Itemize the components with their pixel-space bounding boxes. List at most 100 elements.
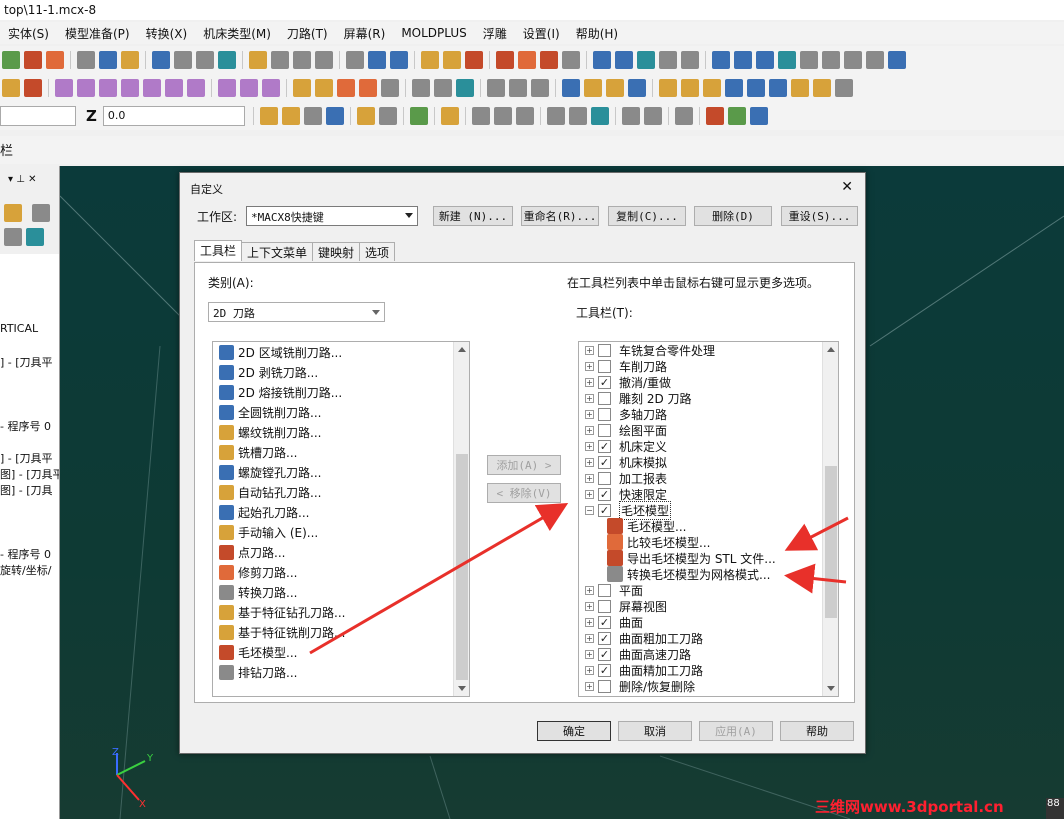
menu-model-prep[interactable]: 模型准备(P) (57, 25, 138, 42)
tab-keymap[interactable]: 键映射 (312, 242, 361, 261)
tree-item[interactable]: 图] - [刀具平 (0, 466, 59, 482)
cube-d-icon[interactable] (621, 107, 640, 125)
menu-screen[interactable]: 屏幕(R) (336, 25, 394, 42)
close-icon[interactable]: ✕ (841, 179, 853, 195)
erase-icon[interactable] (822, 51, 840, 69)
spark2-icon[interactable] (281, 107, 300, 125)
menu-toolpaths[interactable]: 刀路(T) (279, 25, 336, 42)
light-icon[interactable] (249, 51, 267, 69)
reset-button[interactable]: 重设(S)... (781, 206, 858, 226)
pin-icon[interactable] (121, 51, 139, 69)
toolbar-node[interactable]: + 绘图平面 (579, 422, 667, 438)
box8-icon[interactable] (813, 79, 831, 97)
stock-model-icon[interactable] (496, 51, 514, 69)
panel-icon-a[interactable] (4, 228, 22, 246)
scroll-up-icon[interactable] (827, 347, 835, 352)
clear-icon[interactable] (303, 107, 322, 125)
ok-button[interactable]: 确定 (537, 721, 611, 741)
measure-icon[interactable] (99, 51, 117, 69)
layers-icon[interactable] (381, 79, 399, 97)
toolbar-node[interactable]: + ✓ 机床模拟 (579, 454, 667, 470)
stock-icon[interactable] (465, 51, 483, 69)
toolbar-checkbox[interactable] (598, 343, 611, 357)
monitor-icon[interactable] (390, 51, 408, 69)
solid-a-icon[interactable] (487, 79, 505, 97)
ok-icon[interactable] (727, 107, 746, 125)
compare-stock-icon[interactable] (518, 51, 536, 69)
grid-icon[interactable] (218, 51, 236, 69)
apply-button[interactable]: 应用(A) (699, 721, 773, 741)
command-list-scrollbar[interactable] (453, 342, 469, 696)
toolbar-checkbox[interactable]: ✓ (598, 615, 611, 629)
pointer2-icon[interactable] (515, 107, 534, 125)
surface-icon[interactable] (712, 51, 730, 69)
help-icon[interactable] (325, 107, 344, 125)
toolbar-checkbox[interactable] (598, 391, 611, 405)
view-icon[interactable] (368, 51, 386, 69)
toolbar-checkbox[interactable] (598, 471, 611, 485)
menu-help[interactable]: 帮助(H) (568, 25, 626, 42)
menu-transform[interactable]: 转换(X) (138, 25, 196, 42)
spark-icon[interactable] (259, 107, 278, 125)
tree-child-item[interactable]: 毛坯模型... (605, 518, 686, 534)
list-item[interactable]: 基于特征铣削刀路... (213, 622, 345, 642)
dimension-icon[interactable] (271, 51, 289, 69)
wall-icon[interactable] (293, 79, 311, 97)
menu-moldplus[interactable]: MOLDPLUS (393, 26, 474, 40)
toolbar-node[interactable]: + 删除/恢复删除 (579, 678, 695, 694)
cube-e-icon[interactable] (643, 107, 662, 125)
tree-item[interactable]: ] - [刀具平 (0, 450, 53, 466)
expand-icon[interactable]: + (585, 649, 594, 659)
toolbar-checkbox[interactable]: ✓ (598, 375, 611, 389)
tree-item[interactable]: - 程序号 0 (0, 546, 51, 562)
list-item[interactable]: 2D 熔接铣削刀路... (213, 382, 342, 402)
box7-icon[interactable] (791, 79, 809, 97)
cube-b-icon[interactable] (568, 107, 587, 125)
delete-button[interactable]: 删除(D) (694, 206, 772, 226)
toolbar-checkbox[interactable] (598, 423, 611, 437)
solid-b-icon[interactable] (509, 79, 527, 97)
curve6-icon[interactable] (165, 79, 183, 97)
simulate-icon[interactable] (615, 51, 633, 69)
post-icon[interactable] (681, 51, 699, 69)
matrix-icon[interactable] (240, 79, 258, 97)
expand-icon[interactable]: + (585, 409, 594, 419)
toolbar-node[interactable]: + ✓ 撤消/重做 (579, 374, 671, 390)
toolbar-checkbox[interactable] (598, 359, 611, 373)
box6-icon[interactable] (769, 79, 787, 97)
tree-item[interactable]: ] - [刀具平 (0, 354, 53, 370)
list-item[interactable]: 起始孔刀路... (213, 502, 309, 522)
curve5-icon[interactable] (143, 79, 161, 97)
expand-icon[interactable]: + (585, 585, 594, 595)
sum-icon[interactable] (196, 51, 214, 69)
analyze-icon[interactable] (77, 51, 95, 69)
surface-b-icon[interactable] (434, 79, 452, 97)
tree-child-item[interactable]: 比较毛坯模型... (605, 534, 710, 550)
surface2-icon[interactable] (734, 51, 752, 69)
category-select[interactable]: 2D 刀路 (208, 302, 385, 322)
toolbar-checkbox[interactable]: ✓ (598, 647, 611, 661)
toolbar-node[interactable]: + 多轴刀路 (579, 406, 667, 422)
toolbar-node[interactable]: + 车削刀路 (579, 358, 667, 374)
transform-a-icon[interactable] (562, 79, 580, 97)
curve4-icon[interactable] (121, 79, 139, 97)
cancel-button[interactable]: 取消 (618, 721, 692, 741)
toolbar-node[interactable]: + ✓ 曲面高速刀路 (579, 646, 691, 662)
expand-icon[interactable]: + (585, 617, 594, 627)
info-icon[interactable] (749, 107, 768, 125)
toolbar-checkbox[interactable]: ✓ (598, 503, 611, 517)
surface-a-icon[interactable] (412, 79, 430, 97)
box4-icon[interactable] (725, 79, 743, 97)
list-item[interactable]: 基于特征钻孔刀路... (213, 602, 345, 622)
eraser-icon[interactable] (359, 79, 377, 97)
fillet-icon[interactable] (24, 51, 42, 69)
toolbar-node[interactable]: + 雕刻 2D 刀路 (579, 390, 692, 406)
menu-solids[interactable]: 实体(S) (0, 25, 57, 42)
curve7-icon[interactable] (187, 79, 205, 97)
new-button[interactable]: 新建 (N)... (433, 206, 513, 226)
box9-icon[interactable] (835, 79, 853, 97)
vertical-dim-icon[interactable] (315, 51, 333, 69)
list-item[interactable]: 排钻刀路... (213, 662, 297, 682)
menu-relief[interactable]: 浮雕 (475, 25, 515, 42)
help-button[interactable]: 帮助 (780, 721, 854, 741)
